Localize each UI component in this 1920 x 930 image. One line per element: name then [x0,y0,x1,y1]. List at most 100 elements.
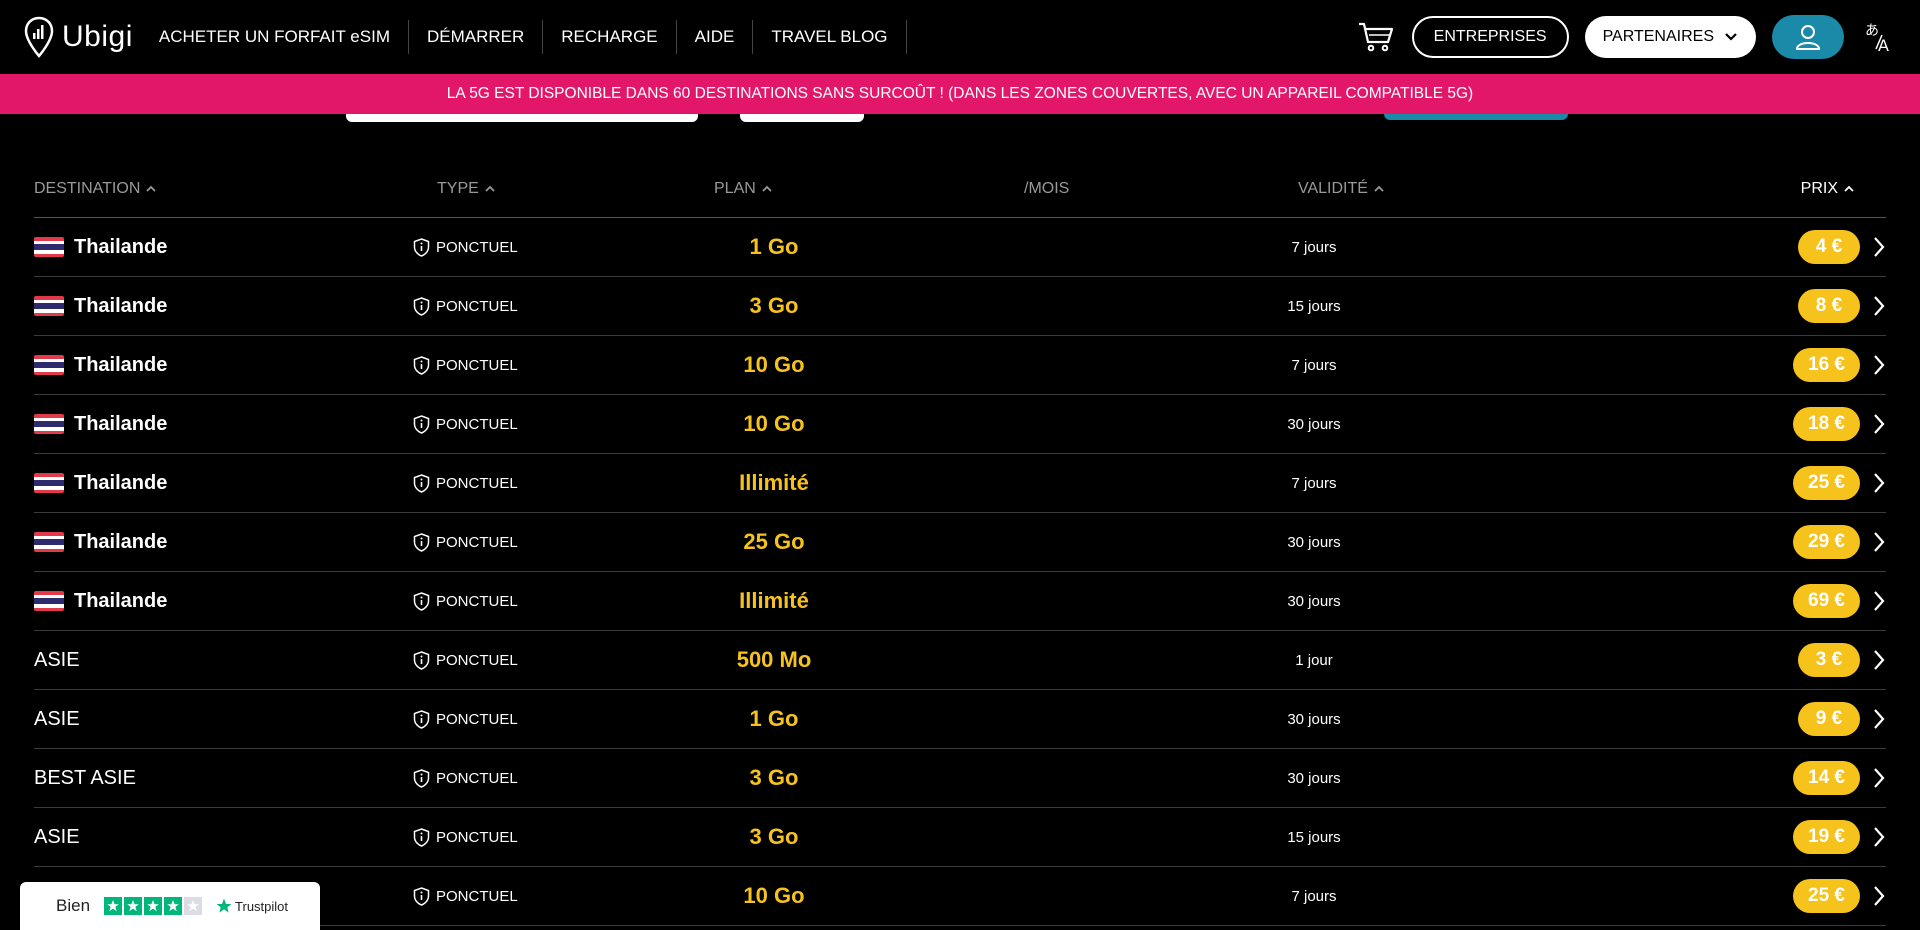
header-actions: ENTREPRISES PARTENAIRES あ A [1356,15,1900,59]
table-row[interactable]: Thailande PONCTUEL 10 Go 7 jours 16 € [34,336,1886,395]
price-cell: 69 € [1793,584,1886,618]
shield-info-icon [413,473,430,493]
table-row[interactable]: Thailande PONCTUEL 10 Go 30 jours 18 € [34,395,1886,454]
price-badge[interactable]: 18 € [1793,407,1860,441]
thailand-flag-icon [34,591,64,611]
filter-button-edge[interactable] [740,114,864,122]
search-button-edge[interactable] [1384,114,1568,120]
nav-buy-esim[interactable]: ACHETER UN FORFAIT eSIM [159,20,409,54]
shield-info-icon [413,709,430,729]
table-row[interactable]: ASIE PONCTUEL 3 Go 15 jours 19 € [34,808,1886,867]
price-badge[interactable]: 9 € [1798,702,1860,736]
logo[interactable]: Ubigi [24,16,133,58]
type-cell: PONCTUEL [413,532,518,552]
price-badge[interactable]: 16 € [1793,348,1860,382]
chevron-right-icon[interactable] [1872,767,1886,789]
price-badge[interactable]: 25 € [1793,466,1860,500]
nav-start[interactable]: DÉMARRER [409,20,544,54]
header-destination-label: DESTINATION [34,179,141,197]
chevron-right-icon[interactable] [1872,826,1886,848]
translate-icon[interactable]: あ A [1860,17,1900,57]
price-badge[interactable]: 4 € [1798,230,1860,264]
validity-cell: 30 jours [1287,710,1341,728]
table-row[interactable]: Thailande PONCTUEL Illimité 30 jours 69 € [34,572,1886,631]
price-badge[interactable]: 29 € [1793,525,1860,559]
header-price[interactable]: PRIX [1801,180,1854,198]
rating-star-icon [124,897,143,915]
validity-cell: 7 jours [1291,356,1337,374]
nav-help[interactable]: AIDE [677,20,754,54]
chevron-right-icon[interactable] [1872,649,1886,671]
price-badge[interactable]: 3 € [1798,643,1860,677]
chevron-right-icon[interactable] [1872,295,1886,317]
price-badge[interactable]: 14 € [1793,761,1860,795]
chevron-right-icon[interactable] [1872,708,1886,730]
chevron-right-icon[interactable] [1872,531,1886,553]
type-label: PONCTUEL [436,238,518,256]
price-cell: 16 € [1793,348,1886,382]
nav-recharge[interactable]: RECHARGE [543,20,677,54]
thailand-flag-icon [34,237,64,257]
nav-travel-blog[interactable]: TRAVEL BLOG [753,20,907,54]
header-type-label: TYPE [437,179,479,197]
header-per-month-label: /MOIS [1024,179,1070,197]
plan-cell: 1 Go [749,234,799,259]
header-plan[interactable]: PLAN [714,180,772,198]
type-cell: PONCTUEL [413,827,518,847]
trustpilot-star-icon [216,898,232,913]
header-type[interactable]: TYPE [437,180,495,198]
chevron-right-icon[interactable] [1872,590,1886,612]
rating-star-icon [164,897,183,915]
header-destination[interactable]: DESTINATION [34,179,157,198]
chevron-right-icon[interactable] [1872,236,1886,258]
type-label: PONCTUEL [436,592,518,610]
account-button[interactable] [1772,15,1844,59]
destination-name: Thailande [74,353,168,376]
destination-cell: Thailande [34,236,167,259]
plan-cell: 10 Go [743,352,805,377]
chevron-right-icon[interactable] [1872,354,1886,376]
chevron-right-icon[interactable] [1872,472,1886,494]
type-cell: PONCTUEL [413,650,518,670]
promo-banner[interactable]: LA 5G EST DISPONIBLE DANS 60 DESTINATION… [0,74,1920,114]
table-row[interactable]: Thailande PONCTUEL 25 Go 30 jours 29 € [34,513,1886,572]
table-row[interactable]: Thailande PONCTUEL Illimité 7 jours 25 € [34,454,1886,513]
type-cell: PONCTUEL [413,591,518,611]
thailand-flag-icon [34,473,64,493]
chevron-right-icon[interactable] [1872,885,1886,907]
type-label: PONCTUEL [436,415,518,433]
plan-cell: 3 Go [749,293,799,318]
plan-cell: 10 Go [743,883,805,908]
sort-up-icon [762,185,772,192]
enterprises-button[interactable]: ENTREPRISES [1411,16,1569,58]
table-row[interactable]: BEST ASIE PONCTUEL 3 Go 30 jours 14 € [34,749,1886,808]
table-row[interactable]: Thailande PONCTUEL 1 Go 7 jours 4 € [34,218,1886,277]
validity-cell: 7 jours [1291,887,1337,905]
type-label: PONCTUEL [436,710,518,728]
table-row[interactable]: ASIE PONCTUEL 1 Go 30 jours 9 € [34,690,1886,749]
type-label: PONCTUEL [436,769,518,787]
chevron-right-icon[interactable] [1872,413,1886,435]
price-badge[interactable]: 25 € [1793,879,1860,913]
location-pin-logo-icon [24,16,54,58]
destination-cell: Thailande [34,590,167,613]
validity-cell: 1 jour [1295,651,1333,669]
cart-icon[interactable] [1356,17,1396,57]
trustpilot-widget[interactable]: Bien Trustpilot [20,882,320,930]
search-input-edge[interactable] [346,114,698,122]
trustpilot-brand: Trustpilot [216,898,288,914]
trustpilot-brand-label: Trustpilot [235,898,289,914]
price-cell: 14 € [1793,761,1886,795]
trustpilot-stars [104,897,203,915]
table-row[interactable]: ASIE PONCTUEL 500 Mo 1 jour 3 € [34,631,1886,690]
type-cell: PONCTUEL [413,768,518,788]
validity-cell: 15 jours [1287,828,1341,846]
shield-info-icon [413,827,430,847]
header-validity[interactable]: VALIDITÉ [1298,180,1384,198]
thailand-flag-icon [34,296,64,316]
table-row[interactable]: Thailande PONCTUEL 3 Go 15 jours 8 € [34,277,1886,336]
price-badge[interactable]: 19 € [1793,820,1860,854]
price-badge[interactable]: 69 € [1793,584,1860,618]
price-badge[interactable]: 8 € [1798,289,1860,323]
partners-dropdown[interactable]: PARTENAIRES [1584,16,1756,58]
